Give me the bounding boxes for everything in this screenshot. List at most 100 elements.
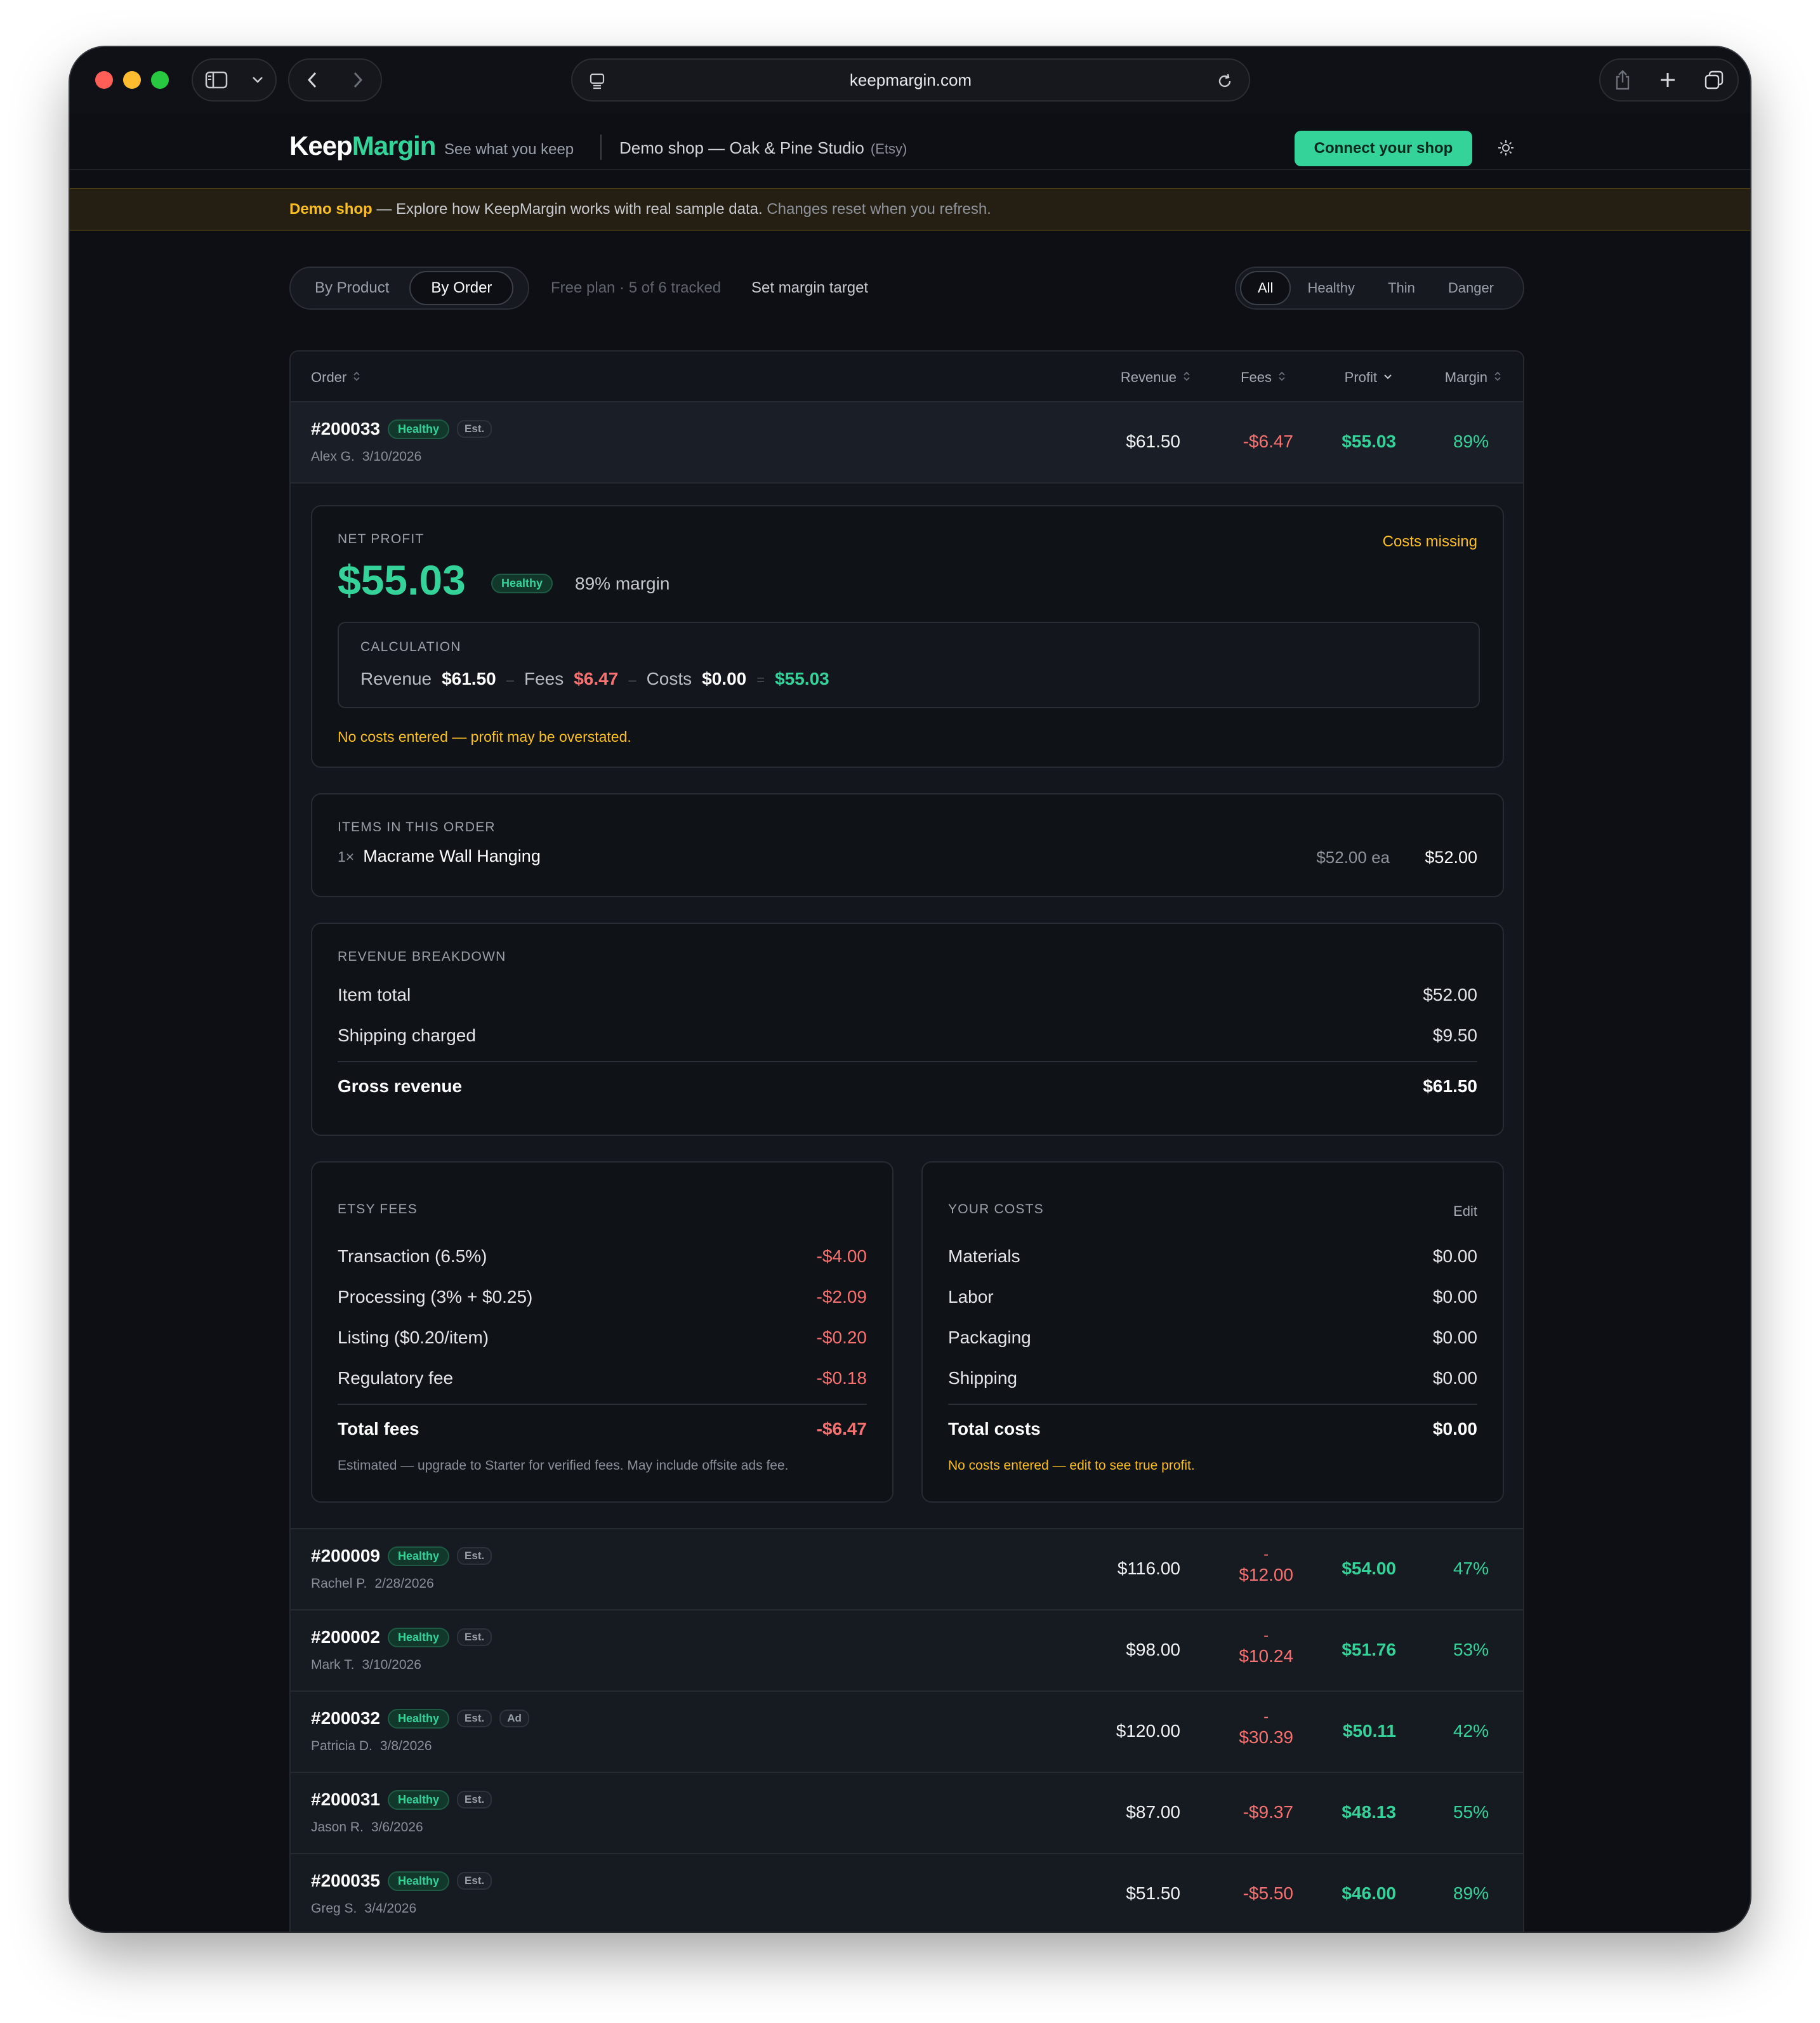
shop-name: Demo shop — Oak & Pine Studio (Etsy) <box>619 138 907 158</box>
tab-by-product[interactable]: By Product <box>294 271 409 305</box>
logo[interactable]: KeepMargin <box>289 131 437 161</box>
status-badge: Healthy <box>388 1627 450 1647</box>
customer-name: Alex G. <box>311 449 355 464</box>
fee-line: Processing (3% + $0.25) -$2.09 <box>338 1287 867 1307</box>
net-profit-card: NET PROFIT $55.03 Healthy 89% margin Cos… <box>311 505 1504 768</box>
address-bar[interactable]: keepmargin.com <box>571 58 1250 102</box>
line-label: Total costs <box>948 1419 1041 1439</box>
order-id: #200002 Healthy Est. <box>311 1627 492 1647</box>
order-detail-panel: NET PROFIT $55.03 Healthy 89% margin Cos… <box>291 484 1523 1529</box>
history-nav-group <box>288 58 382 102</box>
logo-keep: Keep <box>289 131 353 161</box>
fees-cell: - $30.39 <box>1239 1710 1293 1750</box>
column-order[interactable]: Order <box>311 369 360 386</box>
tab-overview-icon[interactable] <box>1704 70 1724 90</box>
revenue-cell: $51.50 <box>1126 1883 1180 1903</box>
theme-toggle-icon[interactable] <box>1498 140 1514 159</box>
sort-icon <box>1278 369 1286 386</box>
order-meta: Rachel P. 2/28/2026 <box>311 1576 434 1591</box>
overstated-warning: No costs entered — profit may be oversta… <box>338 728 631 745</box>
table-row[interactable]: #200002 Healthy Est. Mark T. 3/10/2026 $98.… <box>291 1611 1523 1692</box>
customer-name: Patricia D. <box>311 1739 373 1753</box>
order-number: #200002 <box>311 1627 381 1647</box>
new-tab-icon[interactable] <box>1659 71 1677 89</box>
estimate-badge: Est. <box>457 1872 492 1890</box>
sidebar-icon[interactable] <box>205 71 228 89</box>
set-margin-target-link[interactable]: Set margin target <box>751 279 868 297</box>
sort-icon <box>1494 369 1501 386</box>
fees-sign: - <box>1263 1627 1269 1644</box>
list-item[interactable]: 1× Macrame Wall Hanging <box>338 847 541 866</box>
filter-thin[interactable]: Thin <box>1371 271 1432 305</box>
table-row[interactable]: #200032 Healthy Est. Ad Patricia D. 3/8/2026… <box>291 1692 1523 1773</box>
order-number: #200031 <box>311 1789 381 1809</box>
filter-danger[interactable]: Danger <box>1432 271 1510 305</box>
edit-costs-link[interactable]: Edit <box>1453 1203 1477 1220</box>
share-icon[interactable] <box>1614 69 1632 91</box>
chevron-down-icon[interactable] <box>251 76 264 84</box>
order-meta: Patricia D. 3/8/2026 <box>311 1739 432 1754</box>
item-quantity: 1× <box>338 848 355 865</box>
customer-name: Rachel P. <box>311 1576 367 1591</box>
demo-label: Demo shop <box>289 201 373 218</box>
demo-banner: Demo shop — Explore how KeepMargin works… <box>70 188 1750 231</box>
tab-by-order[interactable]: By Order <box>409 271 514 305</box>
table-row[interactable]: #200031 Healthy Est. Jason R. 3/6/2026 $87.… <box>291 1773 1523 1854</box>
order-meta: Mark T. 3/10/2026 <box>311 1657 421 1673</box>
line-label: Materials <box>948 1246 1020 1266</box>
line-label: Transaction (6.5%) <box>338 1246 487 1266</box>
margin-cell: 89% <box>1453 1883 1489 1903</box>
reload-icon[interactable] <box>1216 72 1234 95</box>
shop-name-text: Demo shop — Oak & Pine Studio <box>619 138 864 157</box>
site-settings-icon[interactable] <box>589 72 605 95</box>
item-unit-price: $52.00 ea <box>1316 848 1390 867</box>
banner-text: — Explore how KeepMargin works with real… <box>372 201 763 218</box>
table-row[interactable]: #200035 Healthy Est. Greg S. 3/4/2026 $51.5… <box>291 1854 1523 1932</box>
line-label: Gross revenue <box>338 1076 463 1096</box>
calc-equals: = <box>756 672 765 688</box>
minimize-window-button[interactable] <box>123 71 141 89</box>
line-value: $0.00 <box>1432 1328 1477 1347</box>
order-id: #200032 Healthy Est. Ad <box>311 1708 529 1729</box>
line-value: -$6.47 <box>816 1419 867 1439</box>
divider <box>338 1061 1477 1062</box>
zoom-window-button[interactable] <box>151 71 169 89</box>
total-costs-line: Total costs $0.00 <box>948 1419 1477 1439</box>
order-id: #200031 Healthy Est. <box>311 1789 492 1810</box>
column-fees[interactable]: Fees <box>1241 369 1286 386</box>
connect-shop-button[interactable]: Connect your shop <box>1295 131 1472 166</box>
close-window-button[interactable] <box>95 71 113 89</box>
column-revenue[interactable]: Revenue <box>1121 369 1190 386</box>
line-value: $61.50 <box>1423 1076 1477 1096</box>
divider <box>948 1404 1477 1405</box>
plan-status: Free plan · 5 of 6 tracked <box>551 279 722 296</box>
table-row-expanded[interactable]: #200033 Healthy Est. Alex G. 3/10/2026 $61.… <box>291 402 1523 484</box>
column-profit[interactable]: Profit <box>1345 369 1392 386</box>
costs-footnote: No costs entered — edit to see true prof… <box>948 1458 1195 1473</box>
customer-name: Mark T. <box>311 1657 355 1672</box>
filter-healthy[interactable]: Healthy <box>1291 271 1371 305</box>
line-value: $9.50 <box>1432 1025 1477 1045</box>
calculation-box: CALCULATION Revenue $61.50 – Fees $6.47 … <box>338 622 1480 708</box>
header-divider <box>600 135 602 160</box>
logo-margin: Margin <box>352 131 437 161</box>
line-label: Item total <box>338 985 411 1005</box>
order-meta: Greg S. 3/4/2026 <box>311 1901 416 1916</box>
order-date: 3/8/2026 <box>379 1739 432 1753</box>
status-filter: All Healthy Thin Danger <box>1235 267 1524 310</box>
revenue-cell: $120.00 <box>1116 1721 1180 1741</box>
browser-toolbar: keepmargin.com <box>70 47 1750 113</box>
calc-result-value: $55.03 <box>775 669 829 689</box>
column-margin[interactable]: Margin <box>1445 369 1501 386</box>
filter-all[interactable]: All <box>1240 271 1291 305</box>
customer-name: Jason R. <box>311 1820 364 1835</box>
revenue-cell: $61.50 <box>1126 432 1180 451</box>
order-date: 3/10/2026 <box>362 1657 421 1672</box>
table-row[interactable]: #200009 Healthy Est. Rachel P. 2/28/2026 $1… <box>291 1529 1523 1611</box>
back-icon[interactable] <box>307 71 318 89</box>
order-number: #200035 <box>311 1871 381 1890</box>
fees-sign: - <box>1263 1546 1269 1563</box>
line-value: $0.00 <box>1432 1246 1477 1266</box>
column-margin-label: Margin <box>1444 369 1487 385</box>
forward-icon[interactable] <box>352 71 364 89</box>
